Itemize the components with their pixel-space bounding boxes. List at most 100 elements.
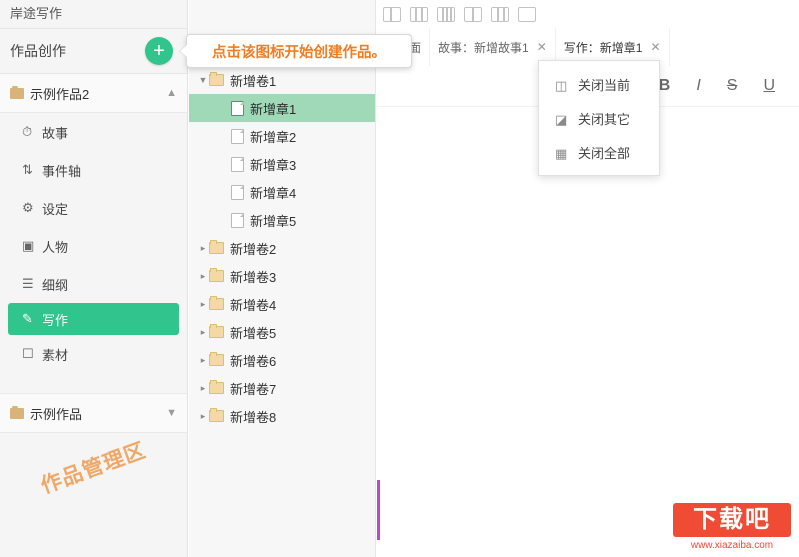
monitor-icon[interactable]	[518, 6, 536, 22]
caret-right-icon[interactable]: ▸	[197, 299, 209, 310]
tree-item-label: 新增卷8	[230, 409, 277, 425]
timeline-icon: ⇅	[22, 162, 33, 177]
editor-left-marker	[377, 480, 380, 540]
tree-doc-row[interactable]: 新增章4	[189, 178, 375, 206]
tree-item-label: 新增卷4	[230, 297, 277, 313]
italic-button[interactable]: I	[696, 77, 700, 95]
tree-doc-row[interactable]: 新增章1	[189, 94, 375, 122]
sidebar-item-writing[interactable]: ✎ 写作	[8, 303, 179, 335]
document-icon	[231, 128, 244, 144]
caret-down-icon[interactable]: ▼	[197, 75, 209, 85]
tree-item-label: 新增章5	[250, 213, 297, 229]
tree-folder-row[interactable]: ▼ 新增卷1	[189, 66, 375, 94]
layout-grid-icon[interactable]	[464, 6, 482, 22]
material-icon: ☐	[22, 346, 34, 361]
menu-item-close-others[interactable]: ◪ 关闭其它	[539, 101, 659, 135]
site-logo: 下载吧 www.xiazaiba.com	[673, 503, 791, 551]
strikethrough-button[interactable]: S	[727, 77, 738, 95]
tree-folder-row[interactable]: ▸ 新增卷5	[189, 318, 375, 346]
close-current-icon: ◫	[555, 78, 568, 93]
folder-icon	[209, 380, 224, 394]
onboarding-tooltip: 点击该图标开始创建作品。	[179, 34, 412, 68]
tree-item-label: 新增卷7	[230, 381, 277, 397]
folder-icon	[209, 352, 224, 366]
underline-button[interactable]: U	[763, 77, 775, 95]
tree-item-label: 新增卷5	[230, 325, 277, 341]
close-icon[interactable]: ✕	[537, 40, 547, 54]
tab-context-menu: ◫ 关闭当前 ◪ 关闭其它 ▦ 关闭全部	[538, 60, 660, 176]
left-sidebar: 岸途写作 作品创作 + 示例作品2 ▲ ⏱ 故事 ⇅ 事件轴 ⚙ 设定 ▣ 人物…	[0, 0, 188, 557]
chevron-up-icon[interactable]: ▲	[166, 87, 177, 99]
sidebar-item-label: 素材	[42, 347, 69, 363]
bold-button[interactable]: B	[659, 77, 671, 95]
person-card-icon: ▣	[22, 238, 35, 253]
tree-folder-row[interactable]: ▸ 新增卷8	[189, 402, 375, 430]
sidebar-item-material[interactable]: ☐ 素材	[0, 335, 187, 373]
tree-item-label: 新增章4	[250, 185, 297, 201]
sidebar-item-outline[interactable]: ☰ 细纲	[0, 265, 187, 303]
gear-icon: ⚙	[22, 200, 34, 215]
close-all-icon: ▦	[555, 146, 568, 161]
logo-site: www.xiazaiba.com	[690, 540, 774, 551]
app-window: 岸途写作 作品创作 + 示例作品2 ▲ ⏱ 故事 ⇅ 事件轴 ⚙ 设定 ▣ 人物…	[0, 0, 799, 557]
clock-icon: ⏱	[22, 124, 33, 139]
document-icon	[231, 100, 244, 116]
sidebar-item-story[interactable]: ⏱ 故事	[0, 113, 187, 151]
sidebar-item-label: 事件轴	[42, 163, 82, 179]
caret-right-icon[interactable]: ▸	[197, 327, 209, 338]
tree-item-label: 新增章1	[250, 101, 297, 117]
pencil-icon: ✎	[22, 311, 33, 326]
caret-right-icon[interactable]: ▸	[197, 411, 209, 422]
tree-scroll-indicator[interactable]	[375, 480, 376, 540]
chapter-tree: ▼ 新增卷1 新增章1 新增章2 新增章3 新增章4 新增章5 ▸ 新增卷2 ▸ 新增卷3 ▸ 新增卷4…	[189, 66, 375, 430]
caret-right-icon[interactable]: ▸	[197, 355, 209, 366]
tab-label: 故事：新增故事1	[438, 40, 529, 55]
document-icon	[231, 212, 244, 228]
tree-folder-row[interactable]: ▸ 新增卷3	[189, 262, 375, 290]
work-creation-label: 作品创作	[10, 43, 66, 59]
layout-single-icon[interactable]	[383, 6, 401, 22]
tab-story[interactable]: 故事：新增故事1 ✕	[430, 28, 556, 66]
document-icon	[231, 156, 244, 172]
sidebar-item-timeline[interactable]: ⇅ 事件轴	[0, 151, 187, 189]
book-icon	[10, 85, 24, 99]
work-item-sample[interactable]: 示例作品 ▼	[0, 393, 187, 433]
sidebar-item-label: 写作	[42, 312, 69, 328]
close-icon[interactable]: ✕	[650, 40, 660, 54]
chevron-down-icon[interactable]: ▼	[166, 407, 177, 419]
folder-icon	[209, 296, 224, 310]
layout-three-col-icon[interactable]	[437, 6, 455, 22]
sidebar-item-label: 人物	[42, 239, 69, 255]
work-creation-header: 作品创作 +	[0, 28, 187, 74]
book-icon	[10, 405, 24, 419]
sidebar-item-label: 设定	[42, 201, 69, 217]
tree-folder-row[interactable]: ▸ 新增卷7	[189, 374, 375, 402]
sidebar-item-characters[interactable]: ▣ 人物	[0, 227, 187, 265]
caret-right-icon[interactable]: ▸	[197, 271, 209, 282]
tab-label: 写作：新增章1	[563, 40, 643, 55]
menu-item-close-all[interactable]: ▦ 关闭全部	[539, 135, 659, 169]
tree-item-label: 新增章3	[250, 157, 297, 173]
app-title: 岸途写作	[0, 0, 187, 28]
logo-name: 下载吧	[673, 503, 791, 537]
tree-doc-row[interactable]: 新增章3	[189, 150, 375, 178]
menu-item-close-current[interactable]: ◫ 关闭当前	[539, 67, 659, 101]
sidebar-item-settings[interactable]: ⚙ 设定	[0, 189, 187, 227]
menu-item-label: 关闭当前	[578, 77, 631, 93]
menu-item-label: 关闭全部	[578, 145, 631, 161]
tree-item-label: 新增章2	[250, 129, 297, 145]
sidebar-item-label: 细纲	[42, 277, 69, 293]
layout-split-icon[interactable]	[491, 6, 509, 22]
caret-right-icon[interactable]: ▸	[197, 383, 209, 394]
caret-right-icon[interactable]: ▸	[197, 243, 209, 254]
tree-folder-row[interactable]: ▸ 新增卷4	[189, 290, 375, 318]
tree-doc-row[interactable]: 新增章5	[189, 206, 375, 234]
tree-folder-row[interactable]: ▸ 新增卷2	[189, 234, 375, 262]
tree-folder-row[interactable]: ▸ 新增卷6	[189, 346, 375, 374]
add-work-button[interactable]: +	[145, 37, 173, 65]
folder-icon	[209, 408, 224, 422]
tree-item-label: 新增卷3	[230, 269, 277, 285]
layout-two-col-icon[interactable]	[410, 6, 428, 22]
tree-doc-row[interactable]: 新增章2	[189, 122, 375, 150]
work-item-sample2[interactable]: 示例作品2 ▲	[0, 74, 187, 113]
